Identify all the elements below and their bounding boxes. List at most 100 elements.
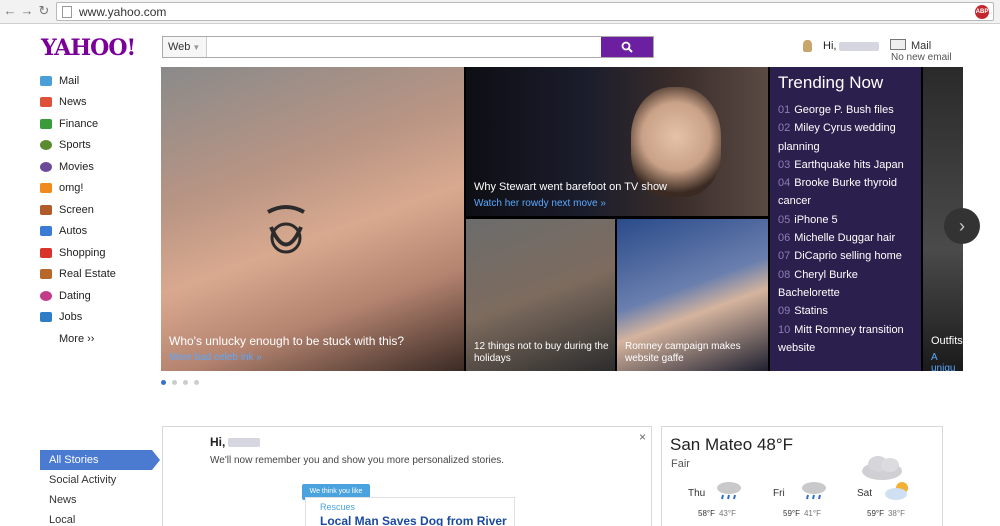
trending-rank: 04 bbox=[778, 177, 791, 190]
personalized-stories-panel: Hi, We'll now remember you and show you … bbox=[162, 426, 652, 526]
nav-item-autos[interactable]: Autos bbox=[40, 221, 150, 243]
adblock-icon[interactable]: ABP bbox=[975, 5, 989, 19]
forward-arrow-icon[interactable]: → bbox=[19, 3, 35, 19]
carousel-dot[interactable] bbox=[172, 380, 177, 385]
trending-rank: 10 bbox=[778, 323, 791, 336]
hero-top-tile[interactable]: Why Stewart went barefoot on TV show Wat… bbox=[466, 67, 768, 216]
user-greeting[interactable]: Hi, bbox=[823, 40, 880, 52]
trending-rank: 08 bbox=[778, 268, 791, 281]
reload-icon[interactable]: ↻ bbox=[36, 3, 52, 19]
nav-item-sports[interactable]: Sports bbox=[40, 135, 150, 157]
carousel-next-button[interactable]: › bbox=[944, 208, 980, 244]
dating-icon bbox=[40, 290, 52, 301]
search-button[interactable] bbox=[601, 37, 653, 57]
carousel-pagination bbox=[161, 380, 199, 385]
address-bar[interactable]: www.yahoo.com ABP bbox=[56, 2, 994, 21]
story-category[interactable]: Rescues bbox=[320, 502, 355, 512]
nav-item-mail[interactable]: Mail bbox=[40, 70, 150, 92]
stream-tab-all-stories[interactable]: All Stories bbox=[40, 450, 160, 470]
trending-item[interactable]: 02 Miley Cyrus wedding planning bbox=[778, 119, 913, 156]
trending-rank: 07 bbox=[778, 250, 791, 263]
nav-item-label: News bbox=[59, 96, 87, 109]
trending-item[interactable]: 07 DiCaprio selling home bbox=[778, 247, 913, 265]
hero-edge-caption[interactable]: Outfits bbox=[931, 335, 963, 347]
page-icon bbox=[62, 6, 72, 18]
hero-edge-link[interactable]: A uniqu bbox=[931, 352, 963, 371]
sports-icon bbox=[40, 140, 52, 151]
search-scope-label: Web bbox=[168, 41, 191, 53]
carousel-dot[interactable] bbox=[194, 380, 199, 385]
hero-bottom-right-tile[interactable]: Romney campaign makes website gaffe bbox=[617, 219, 768, 371]
trending-list: 01 George P. Bush files 02 Miley Cyrus wed… bbox=[778, 101, 913, 357]
nav-more-link[interactable]: More ›› bbox=[40, 328, 150, 350]
nav-item-movies[interactable]: Movies bbox=[40, 156, 150, 178]
trending-rank: 06 bbox=[778, 232, 791, 245]
trending-item[interactable]: 09 Statins bbox=[778, 302, 913, 320]
hero-main-tile[interactable]: Who's unlucky enough to be stuck with th… bbox=[161, 67, 464, 371]
forecast-low: 43°F bbox=[718, 509, 736, 518]
hero-top-link[interactable]: Watch her rowdy next move » bbox=[474, 198, 606, 209]
header-mail-link[interactable]: Mail bbox=[911, 40, 931, 52]
nav-item-dating[interactable]: Dating bbox=[40, 285, 150, 307]
weather-condition: Fair bbox=[671, 458, 690, 470]
mail-status: No new email bbox=[891, 52, 952, 63]
nav-item-omg[interactable]: omg! bbox=[40, 178, 150, 200]
hero-bottom-left-caption[interactable]: 12 things not to buy during the holidays bbox=[474, 341, 614, 365]
forecast-high: 59°F bbox=[867, 509, 884, 518]
mail-envelope-icon[interactable] bbox=[890, 39, 906, 50]
stream-filter-nav: All Stories Social Activity News Local bbox=[40, 450, 160, 526]
hero-bottom-right-caption[interactable]: Romney campaign makes website gaffe bbox=[625, 341, 765, 365]
chevron-right-icon: › bbox=[959, 216, 965, 236]
trending-item[interactable]: 06 Michelle Duggar hair bbox=[778, 229, 913, 247]
forecast-temps: 59°F 41°F bbox=[783, 509, 821, 518]
trending-item[interactable]: 03 Earthquake hits Japan bbox=[778, 156, 913, 174]
hero-main-link[interactable]: More bad celeb ink » bbox=[169, 352, 262, 363]
nav-item-screen[interactable]: Screen bbox=[40, 199, 150, 221]
rain-icon bbox=[802, 482, 826, 500]
search-scope-select[interactable]: Web ▼ bbox=[163, 37, 207, 57]
nav-item-news[interactable]: News bbox=[40, 92, 150, 114]
story-card[interactable]: Rescues Local Man Saves Dog from River bbox=[305, 497, 515, 526]
carousel-dot[interactable] bbox=[183, 380, 188, 385]
hero-main-caption[interactable]: Who's unlucky enough to be stuck with th… bbox=[169, 335, 404, 347]
forecast-high: 59°F bbox=[783, 509, 800, 518]
stream-tab-social-activity[interactable]: Social Activity bbox=[40, 470, 152, 490]
weather-city-temp[interactable]: San Mateo 48°F bbox=[670, 435, 793, 455]
trending-item[interactable]: 01 George P. Bush files bbox=[778, 101, 913, 119]
nav-item-finance[interactable]: Finance bbox=[40, 113, 150, 135]
forecast-temps: 59°F 38°F bbox=[867, 509, 905, 518]
story-title[interactable]: Local Man Saves Dog from River bbox=[320, 514, 507, 526]
trending-item[interactable]: 05 iPhone 5 bbox=[778, 211, 913, 229]
stream-tab-local[interactable]: Local bbox=[40, 510, 152, 526]
url-text[interactable]: www.yahoo.com bbox=[79, 5, 166, 19]
nav-item-shopping[interactable]: Shopping bbox=[40, 242, 150, 264]
hero-top-caption[interactable]: Why Stewart went barefoot on TV show bbox=[474, 181, 667, 193]
hero-carousel: Who's unlucky enough to be stuck with th… bbox=[161, 67, 963, 371]
nav-item-label: Autos bbox=[59, 225, 88, 238]
jobs-icon bbox=[40, 312, 52, 323]
stream-tab-news[interactable]: News bbox=[40, 490, 152, 510]
back-arrow-icon[interactable]: ← bbox=[2, 3, 18, 19]
hero-bottom-left-tile[interactable]: 12 things not to buy during the holidays bbox=[466, 219, 615, 371]
user-avatar[interactable] bbox=[803, 40, 812, 52]
forecast-temps: 58°F 43°F bbox=[698, 509, 736, 518]
cloud-moon-icon bbox=[862, 449, 906, 480]
trending-item[interactable]: 10 Mitt Romney transition website bbox=[778, 321, 913, 358]
trending-item[interactable]: 08 Cheryl Burke Bachelorette bbox=[778, 266, 913, 303]
search-input[interactable] bbox=[208, 37, 602, 57]
trending-rank: 02 bbox=[778, 122, 791, 135]
trending-item[interactable]: 04 Brooke Burke thyroid cancer bbox=[778, 174, 913, 211]
nav-item-jobs[interactable]: Jobs bbox=[40, 307, 150, 329]
yahoo-logo[interactable]: YAHOO! bbox=[41, 35, 136, 61]
forecast-day-name: Thu bbox=[688, 488, 706, 499]
close-icon[interactable]: × bbox=[639, 430, 646, 444]
trending-title: Trending Now bbox=[778, 73, 884, 92]
nav-item-real-estate[interactable]: Real Estate bbox=[40, 264, 150, 286]
forecast-day-name: Fri bbox=[773, 488, 785, 499]
trending-text: Earthquake hits Japan bbox=[794, 158, 904, 171]
nav-item-label: Shopping bbox=[59, 246, 106, 259]
carousel-dot[interactable] bbox=[161, 380, 166, 385]
trending-text: Brooke Burke thyroid cancer bbox=[778, 177, 897, 208]
trending-text: Michelle Duggar hair bbox=[794, 232, 896, 245]
browser-toolbar: ← → ↻ www.yahoo.com ABP bbox=[0, 0, 1000, 24]
